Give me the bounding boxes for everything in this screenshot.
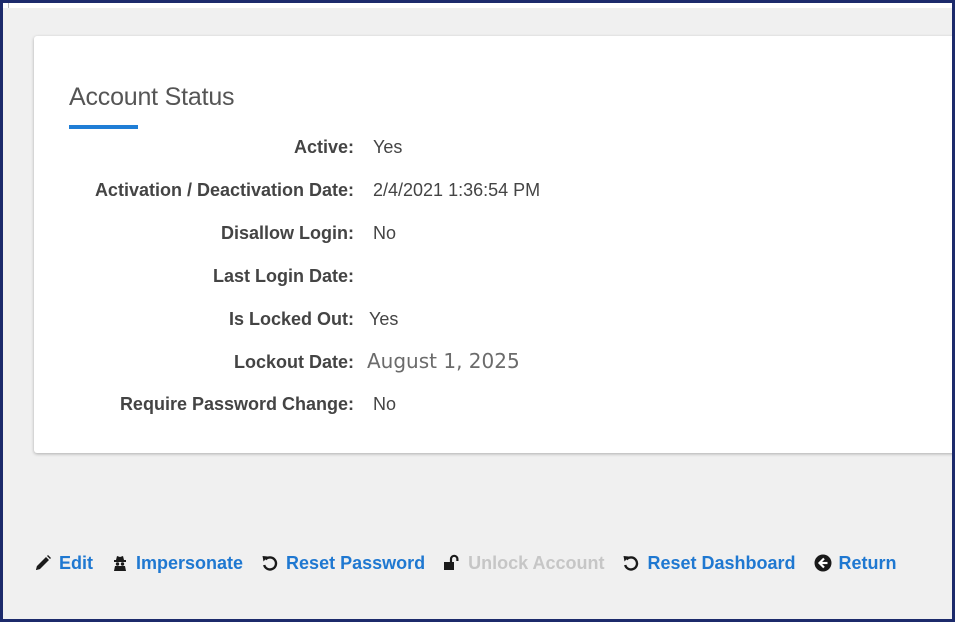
field-row-require-password-change: Require Password Change: No: [34, 394, 734, 418]
field-value: No: [373, 223, 397, 243]
field-row-active: Active: Yes: [34, 137, 734, 161]
action-bar: Edit Impersonate Reset Password Unlock A…: [34, 549, 915, 577]
impersonate-label: Impersonate: [136, 552, 244, 573]
field-row-disallow-login: Disallow Login: No: [34, 223, 734, 247]
field-label: Disallow Login:: [221, 223, 354, 243]
return-label: Return: [838, 552, 897, 573]
field-row-last-login-date: Last Login Date:: [34, 266, 734, 290]
field-row-is-locked-out: Is Locked Out: Yes: [34, 309, 734, 333]
unlock-icon: [443, 554, 461, 572]
title-underline: [69, 125, 138, 129]
field-value: Yes: [369, 309, 399, 329]
field-label: Active:: [293, 137, 354, 157]
field-label: Activation / Deactivation Date:: [94, 180, 354, 200]
field-value: August 1, 2025: [367, 349, 520, 373]
field-label: Is Locked Out:: [228, 309, 354, 329]
return-link[interactable]: Return: [814, 553, 897, 574]
reset-icon: [622, 554, 640, 572]
field-value: Yes: [373, 137, 403, 157]
unlock-account-link[interactable]: Unlock Account: [443, 553, 604, 574]
field-label: Lockout Date:: [233, 352, 354, 372]
top-strip: [3, 3, 952, 8]
reset-dashboard-label: Reset Dashboard: [647, 552, 796, 573]
circle-arrow-left-icon: [814, 554, 832, 572]
edit-link[interactable]: Edit: [34, 553, 93, 574]
field-row-activation-date: Activation / Deactivation Date: 2/4/2021…: [34, 180, 734, 204]
reset-password-label: Reset Password: [286, 552, 426, 573]
field-label: Require Password Change:: [119, 394, 354, 414]
field-value: No: [373, 394, 397, 414]
reset-dashboard-link[interactable]: Reset Dashboard: [622, 552, 796, 574]
edit-label: Edit: [59, 552, 93, 573]
field-row-lockout-date: Lockout Date: August 1, 2025: [34, 349, 734, 376]
reset-password-link[interactable]: Reset Password: [261, 553, 425, 574]
card-title: Account Status: [69, 83, 235, 111]
account-status-card: Account Status Active: Yes Activation / …: [34, 36, 952, 453]
unlock-account-label: Unlock Account: [468, 552, 605, 573]
pencil-icon: [34, 554, 52, 572]
field-label: Last Login Date:: [212, 266, 354, 286]
reset-icon: [261, 554, 279, 572]
screenshot-frame: Account Status Active: Yes Activation / …: [0, 0, 955, 622]
spy-icon: [111, 554, 129, 572]
field-value: 2/4/2021 1:36:54 PM: [373, 180, 541, 200]
impersonate-link[interactable]: Impersonate: [111, 553, 243, 574]
